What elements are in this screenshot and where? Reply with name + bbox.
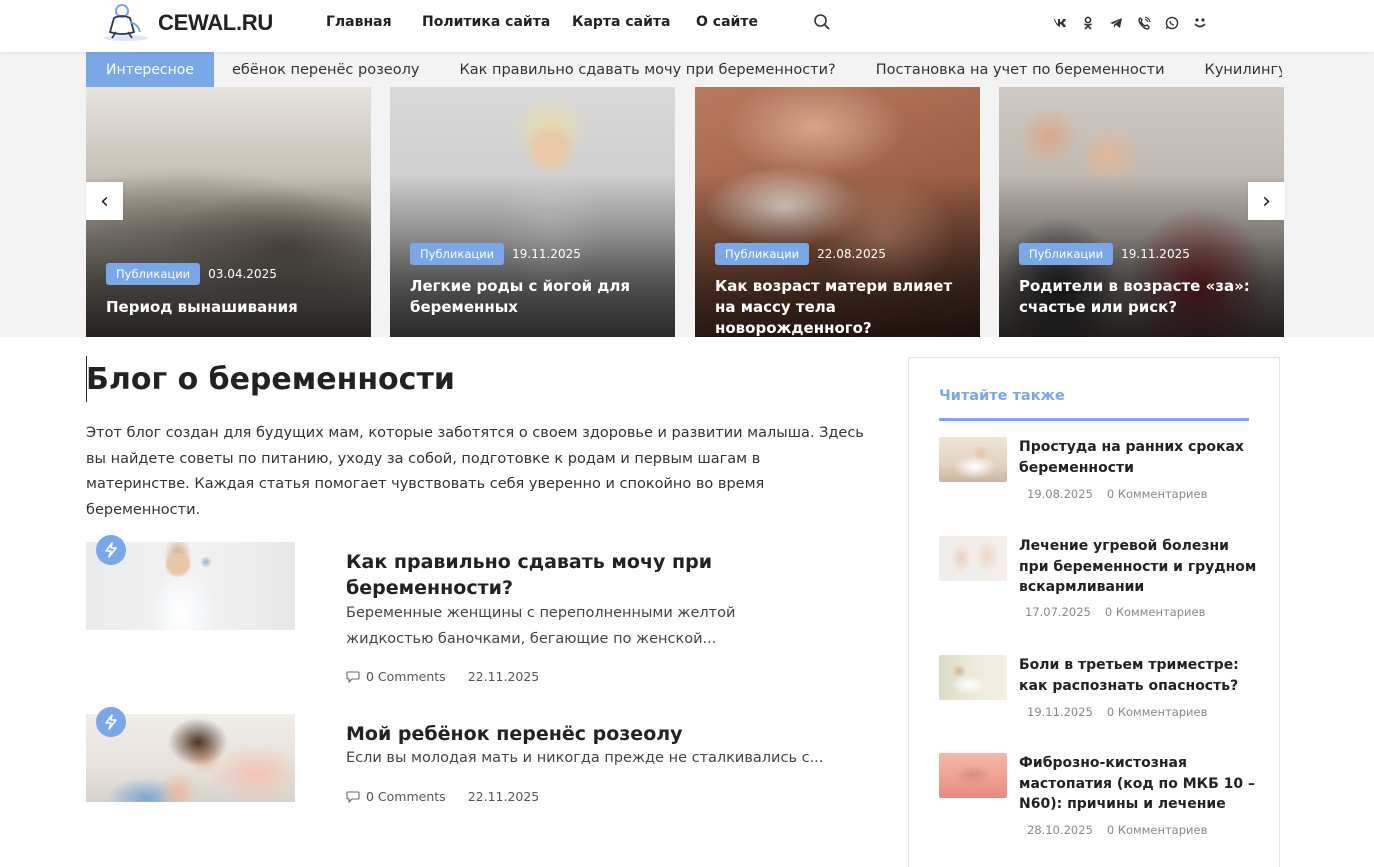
category-badge[interactable]: Публикации [410,243,505,265]
category-badge[interactable]: Публикации [715,243,810,265]
odnoklassniki-icon[interactable] [1080,15,1096,31]
nav-sitemap[interactable]: Карта сайта [572,14,670,30]
ticker-item[interactable]: Постановка на учет по беременности [876,62,1165,78]
sidebar-post-date: 17.07.2025 [1025,605,1091,619]
sidebar-post-comments[interactable]: 0 Комментариев [1107,705,1208,719]
featured-card[interactable]: Публикации 03.04.2025 Период вынашивания [86,87,371,337]
sidebar-thumbnail[interactable] [939,536,1007,581]
search-icon[interactable] [813,13,831,31]
sidebar-widget: Читайте также Простуда на ранних сроках … [908,357,1280,867]
site-header: CEWAL.RU Главная Политика сайта Карта са… [0,0,1374,52]
sidebar-post-date: 28.10.2025 [1027,823,1093,837]
post-date: 22.11.2025 [467,789,540,804]
ticker-item[interactable]: ебёнок перенёс розеолу [232,62,419,78]
logo-text[interactable]: CEWAL.RU [158,10,273,36]
card-date: 22.08.2025 [817,247,886,261]
slider-next-button[interactable]: › [1248,182,1285,220]
comment-icon [346,791,360,803]
moimir-icon[interactable] [1192,15,1208,31]
sidebar-post-meta: 19.08.2025 0 Комментариев [1027,487,1207,501]
sidebar-post-comments[interactable]: 0 Комментариев [1105,605,1206,619]
nav-policy[interactable]: Политика сайта [422,14,550,30]
post-title[interactable]: Как правильно сдавать мочу при беременно… [346,549,766,601]
lightning-icon [96,535,126,565]
card-meta: Публикации 19.11.2025 [410,243,581,265]
ticker-item[interactable]: Кунилингус во [1205,62,1282,78]
vk-icon[interactable] [1052,15,1068,31]
sidebar-post-title[interactable]: Боли в третьем триместре: как распознать… [1019,655,1259,696]
news-ticker: ебёнок перенёс розеолу Как правильно сда… [214,52,1282,87]
post-excerpt: Беременные женщины с переполненными желт… [346,605,736,647]
sidebar-post-meta: 19.11.2025 0 Комментариев [1027,705,1207,719]
sidebar-thumbnail[interactable] [939,655,1007,700]
lightning-icon [96,707,126,737]
page-title: Блог о беременности [86,362,455,397]
sidebar-thumbnail[interactable] [939,437,1007,482]
card-title[interactable]: Родители в возрасте «за»: счастье или ри… [1019,276,1264,318]
card-date: 19.11.2025 [512,247,581,261]
sidebar-post-comments[interactable]: 0 Комментариев [1107,823,1208,837]
card-meta: Публикации 03.04.2025 [106,263,277,285]
sidebar-thumbnail[interactable] [939,753,1007,798]
featured-card[interactable]: Публикации 19.11.2025 Родители в возраст… [999,87,1284,337]
comments-link[interactable]: 0 Comments [346,669,446,684]
comment-icon [346,671,360,683]
whatsapp-icon[interactable] [1164,15,1180,31]
featured-card[interactable]: Публикации 22.08.2025 Как возраст матери… [695,87,980,337]
post-excerpt: Если вы молодая мать и никогда прежде не… [346,750,824,766]
card-title[interactable]: Легкие роды с йогой для беременных [410,276,655,318]
comments-count[interactable]: 0 Comments [366,669,446,684]
category-badge[interactable]: Публикации [106,263,201,285]
post-meta: 0 Comments 22.11.2025 [346,669,539,684]
post-title[interactable]: Мой ребёнок перенёс розеолу [346,721,766,747]
sidebar-post-date: 19.11.2025 [1027,705,1093,719]
logo-icon[interactable] [100,2,152,42]
card-title[interactable]: Как возраст матери влияет на массу тела … [715,276,960,337]
heading-underline [939,418,1249,421]
sidebar-post-title[interactable]: Лечение угревой болезни при беременности… [1019,536,1259,598]
ticker-label: Интересное [86,52,214,87]
sidebar-post-comments[interactable]: 0 Комментариев [1107,487,1208,501]
sidebar-post-title[interactable]: Фиброзно-кистозная мастопатия (код по МК… [1019,753,1259,815]
comments-count[interactable]: 0 Comments [366,789,446,804]
category-badge[interactable]: Публикации [1019,243,1114,265]
sidebar-post-meta: 28.10.2025 0 Комментариев [1027,823,1207,837]
card-date: 19.11.2025 [1121,247,1190,261]
featured-card[interactable]: Публикации 19.11.2025 Легкие роды с його… [390,87,675,337]
sidebar-post-date: 19.08.2025 [1027,487,1093,501]
nav-about[interactable]: О сайте [696,14,758,30]
nav-home[interactable]: Главная [326,14,392,30]
comments-link[interactable]: 0 Comments [346,789,446,804]
card-title[interactable]: Период вынашивания [106,297,351,318]
ticker-track: ебёнок перенёс розеолу Как правильно сда… [232,52,1282,87]
sidebar-heading: Читайте также [939,388,1065,404]
viber-icon[interactable] [1136,15,1152,31]
card-meta: Публикации 22.08.2025 [715,243,886,265]
intro-text: Этот блог создан для будущих мам, которы… [86,425,864,518]
sidebar-post-title[interactable]: Простуда на ранних сроках беременности [1019,437,1259,478]
post-meta: 0 Comments 22.11.2025 [346,789,539,804]
post-date: 22.11.2025 [467,669,540,684]
slider-prev-button[interactable]: ‹ [86,182,123,220]
ticker-item[interactable]: Как правильно сдавать мочу при беременно… [459,62,835,78]
card-date: 03.04.2025 [208,267,277,281]
telegram-icon[interactable] [1108,15,1124,31]
sidebar-post-meta: 17.07.2025 0 Комментариев [1025,605,1205,619]
card-meta: Публикации 19.11.2025 [1019,243,1190,265]
